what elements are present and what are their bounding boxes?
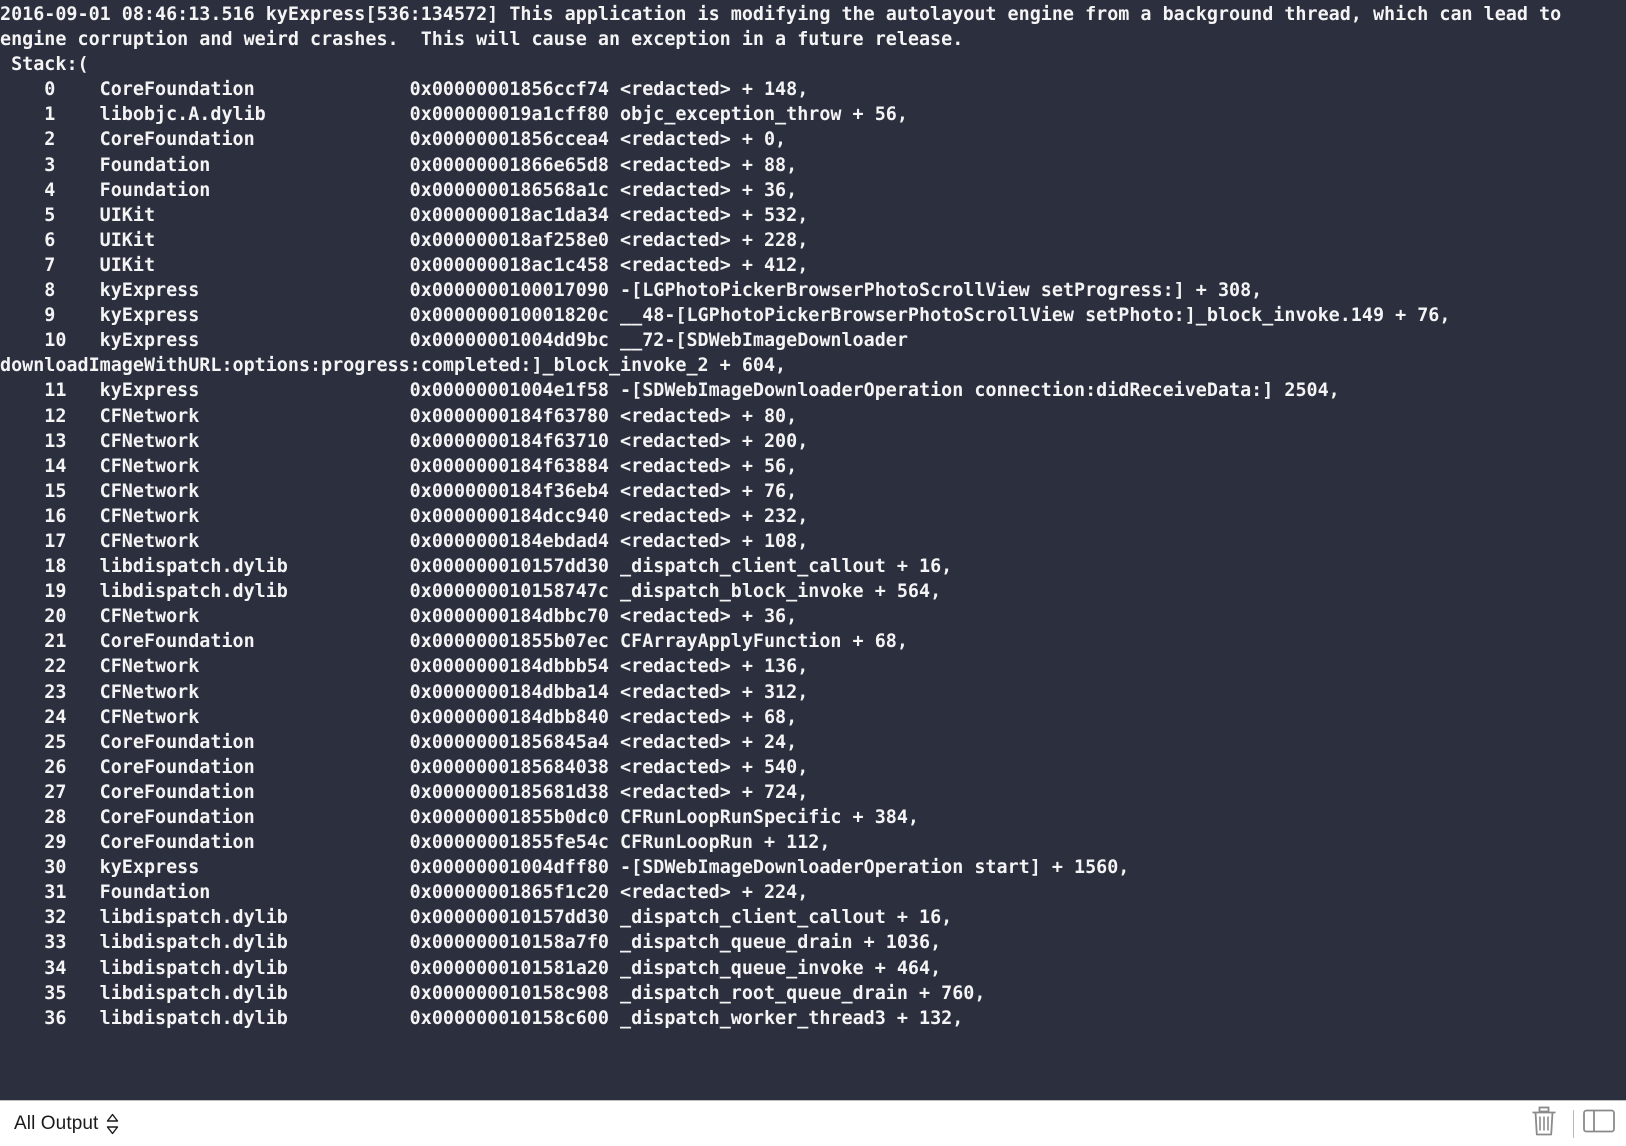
clear-console-button[interactable] bbox=[1521, 1102, 1567, 1146]
panel-toggle-button[interactable] bbox=[1580, 1102, 1620, 1146]
trash-icon bbox=[1529, 1105, 1559, 1142]
console-status-bar: All Output bbox=[0, 1100, 1626, 1146]
up-down-chevron-icon[interactable] bbox=[106, 1113, 119, 1135]
xcode-console-window: 2016-09-01 08:46:13.516 kyExpress[536:13… bbox=[0, 0, 1626, 1146]
console-output-pane[interactable]: 2016-09-01 08:46:13.516 kyExpress[536:13… bbox=[0, 0, 1626, 1100]
console-log-text[interactable]: 2016-09-01 08:46:13.516 kyExpress[536:13… bbox=[0, 0, 1626, 1031]
output-filter-label: All Output bbox=[14, 1112, 99, 1134]
toolbar-divider bbox=[1573, 1109, 1574, 1138]
panel-toggle-icon bbox=[1583, 1108, 1617, 1139]
output-filter-dropdown[interactable]: All Output bbox=[14, 1113, 119, 1135]
console-toolbar bbox=[1521, 1101, 1620, 1146]
